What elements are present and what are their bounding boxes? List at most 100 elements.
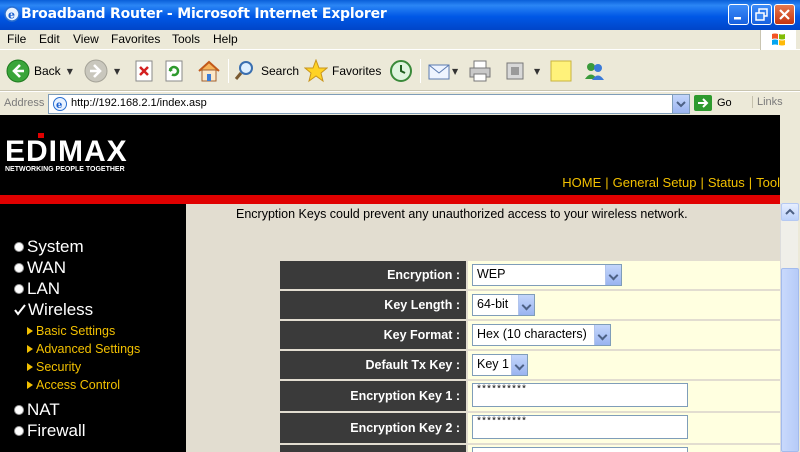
toolbar-separator — [420, 59, 421, 83]
menu-view[interactable]: View — [73, 32, 99, 46]
encryption-value: WEP — [477, 267, 506, 281]
nav-lan[interactable]: LAN — [14, 279, 60, 299]
bullet-icon — [14, 263, 24, 273]
encryption-select[interactable]: WEP — [472, 264, 622, 286]
menu-file[interactable]: File — [7, 32, 26, 46]
nav-advanced-settings-label: Advanced Settings — [36, 342, 141, 356]
restore-icon — [755, 8, 768, 21]
forward-dropdown-icon[interactable]: ▼ — [114, 67, 120, 76]
encryption-key-3-input[interactable] — [472, 447, 688, 452]
nav-wan-label: WAN — [27, 258, 67, 277]
pipe-divider: | — [748, 175, 753, 190]
link-status[interactable]: Status — [708, 175, 745, 190]
bullet-icon — [14, 284, 24, 294]
vertical-scrollbar[interactable] — [780, 203, 799, 452]
edit-page-icon — [506, 62, 524, 80]
favorites-button[interactable]: Favorites — [304, 57, 381, 85]
stop-icon — [135, 60, 153, 82]
search-button[interactable]: Search — [233, 57, 299, 85]
search-icon — [234, 61, 253, 80]
nav-firewall[interactable]: Firewall — [14, 421, 86, 441]
messenger-button[interactable] — [582, 57, 608, 85]
minimize-button[interactable] — [728, 4, 749, 25]
home-button[interactable] — [196, 57, 222, 85]
refresh-icon — [165, 60, 183, 82]
chevron-down-icon — [605, 265, 621, 285]
refresh-button[interactable] — [164, 57, 186, 85]
chevron-down-icon — [594, 325, 610, 345]
back-button[interactable]: Back ▼ — [6, 57, 73, 85]
stop-button[interactable] — [134, 57, 156, 85]
address-label: Address — [4, 97, 45, 109]
history-button[interactable] — [389, 57, 413, 85]
chevron-down-icon — [518, 295, 534, 315]
scroll-thumb[interactable] — [781, 268, 799, 452]
nav-advanced-settings[interactable]: Advanced Settings — [27, 342, 140, 356]
menu-help[interactable]: Help — [213, 32, 238, 46]
favorites-star-icon — [304, 59, 328, 83]
menu-tools[interactable]: Tools — [172, 32, 200, 46]
nav-nat-label: NAT — [27, 400, 60, 419]
links-button[interactable]: Links — [752, 96, 783, 108]
print-icon — [469, 60, 491, 82]
key-length-select[interactable]: 64-bit — [472, 294, 535, 316]
default-tx-key-select[interactable]: Key 1 — [472, 354, 528, 376]
back-dropdown-icon[interactable]: ▼ — [67, 67, 73, 76]
scroll-up-button[interactable] — [781, 203, 799, 221]
go-button[interactable]: Go — [694, 95, 732, 111]
nav-lan-label: LAN — [27, 279, 61, 298]
bullet-icon — [14, 426, 24, 436]
value-cell: ********** — [468, 381, 780, 411]
nav-security-label: Security — [36, 360, 82, 374]
address-dropdown-button[interactable] — [672, 95, 689, 113]
nav-access-control-label: Access Control — [36, 378, 121, 392]
key-length-value: 64-bit — [477, 297, 509, 311]
encryption-key-1-label: Encryption Key 1 : — [280, 381, 466, 411]
mail-button[interactable]: ▼ — [427, 57, 458, 85]
key-format-label: Key Format : — [280, 321, 466, 349]
address-input[interactable]: e http://192.168.2.1/index.asp — [48, 94, 690, 114]
logo-dot — [38, 133, 44, 138]
history-icon — [390, 60, 412, 82]
nav-basic-settings-label: Basic Settings — [36, 324, 116, 338]
encryption-key-1-input[interactable]: ********** — [472, 383, 688, 407]
nav-security[interactable]: Security — [27, 360, 81, 374]
edit-dropdown-icon[interactable]: ▼ — [534, 67, 540, 76]
pipe-divider: | — [605, 175, 609, 190]
back-arrow-icon — [6, 59, 30, 83]
close-button[interactable] — [774, 4, 795, 25]
menu-bar: File Edit View Favorites Tools Help — [0, 30, 800, 50]
forward-button[interactable]: ▼ — [84, 57, 120, 85]
nav-system[interactable]: System — [14, 237, 84, 257]
messenger-icon — [585, 63, 604, 80]
link-general-setup[interactable]: General Setup — [613, 175, 697, 190]
row-default-tx-key: Default Tx Key : Key 1 — [280, 351, 780, 379]
menu-favorites[interactable]: Favorites — [111, 32, 160, 46]
search-label: Search — [261, 64, 300, 78]
logo-text: EDIMAX — [5, 135, 128, 168]
print-button[interactable] — [467, 57, 493, 85]
edit-button[interactable]: ▼ — [504, 57, 540, 85]
forward-arrow-icon — [84, 59, 108, 83]
nav-nat[interactable]: NAT — [14, 400, 60, 420]
nav-wan[interactable]: WAN — [14, 258, 66, 278]
home-icon — [198, 60, 220, 82]
top-nav: HOME | General Setup | Status | Tool — [562, 175, 780, 190]
mail-dropdown-icon[interactable]: ▼ — [452, 67, 458, 76]
toolbar-separator — [228, 59, 229, 83]
nav-basic-settings[interactable]: Basic Settings — [27, 324, 115, 338]
discuss-button[interactable] — [549, 57, 573, 85]
ie-icon: e — [4, 6, 20, 22]
encryption-key-2-input[interactable]: ********** — [472, 415, 688, 439]
title-bar: e Broadband Router - Microsoft Internet … — [0, 0, 800, 30]
maximize-button[interactable] — [751, 4, 772, 25]
link-home[interactable]: HOME — [562, 175, 601, 190]
value-cell: Key 1 — [468, 351, 780, 379]
key-format-select[interactable]: Hex (10 characters) — [472, 324, 611, 346]
default-tx-key-value: Key 1 — [477, 357, 509, 371]
nav-wireless[interactable]: Wireless — [14, 300, 93, 320]
menu-edit[interactable]: Edit — [39, 32, 60, 46]
nav-access-control[interactable]: Access Control — [27, 378, 120, 392]
edimax-logo: EDIMAX NETWORKING PEOPLE TOGETHER — [5, 133, 128, 173]
link-tool[interactable]: Tool — [756, 175, 780, 190]
